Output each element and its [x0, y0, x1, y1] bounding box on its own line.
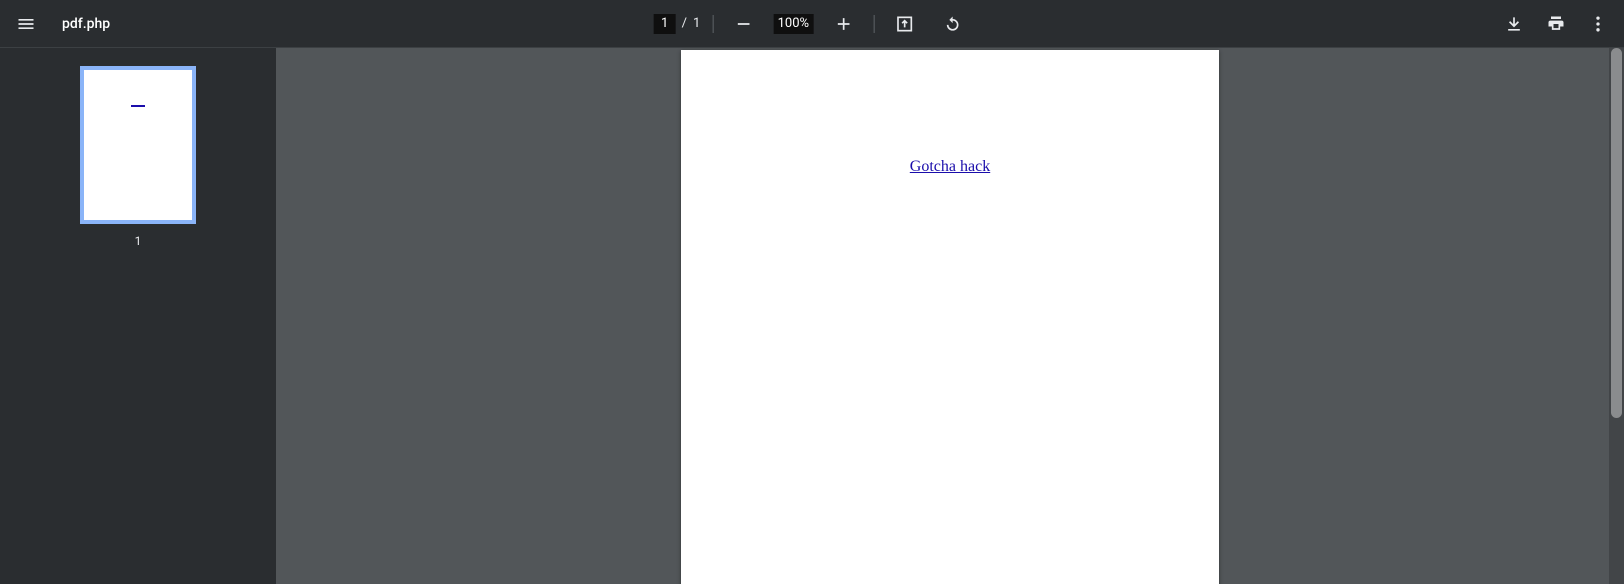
- page-number-input[interactable]: [654, 14, 676, 34]
- page-separator: /: [682, 16, 687, 31]
- page-indicator: / 1: [654, 14, 701, 34]
- divider: [712, 15, 713, 33]
- toolbar-left-group: pdf.php: [8, 6, 110, 42]
- thumbnail-sidebar: 1: [0, 48, 276, 584]
- print-button[interactable]: [1538, 6, 1574, 42]
- more-options-button[interactable]: [1580, 6, 1616, 42]
- workspace: 1 Gotcha hack: [0, 48, 1624, 584]
- toolbar-center-group: / 1 100%: [654, 0, 971, 47]
- zoom-in-button[interactable]: [825, 6, 861, 42]
- zoom-level-display[interactable]: 100%: [773, 14, 813, 34]
- scrollbar-thumb[interactable]: [1611, 48, 1622, 418]
- pdf-page: Gotcha hack: [681, 50, 1219, 584]
- document-hyperlink[interactable]: Gotcha hack: [910, 158, 990, 175]
- thumbnail-content-mark: [131, 105, 145, 107]
- page-thumbnail[interactable]: [80, 66, 196, 224]
- menu-icon[interactable]: [8, 6, 44, 42]
- fit-to-page-button[interactable]: [886, 6, 922, 42]
- zoom-out-button[interactable]: [725, 6, 761, 42]
- rotate-button[interactable]: [934, 6, 970, 42]
- vertical-scrollbar[interactable]: [1609, 48, 1624, 584]
- download-button[interactable]: [1496, 6, 1532, 42]
- divider: [873, 15, 874, 33]
- thumbnail-page-number: 1: [135, 234, 142, 248]
- toolbar-right-group: [1496, 6, 1616, 42]
- page-total: 1: [693, 16, 700, 31]
- document-viewport[interactable]: Gotcha hack: [276, 48, 1624, 584]
- pdf-toolbar: pdf.php / 1 100%: [0, 0, 1624, 48]
- file-title: pdf.php: [62, 16, 110, 32]
